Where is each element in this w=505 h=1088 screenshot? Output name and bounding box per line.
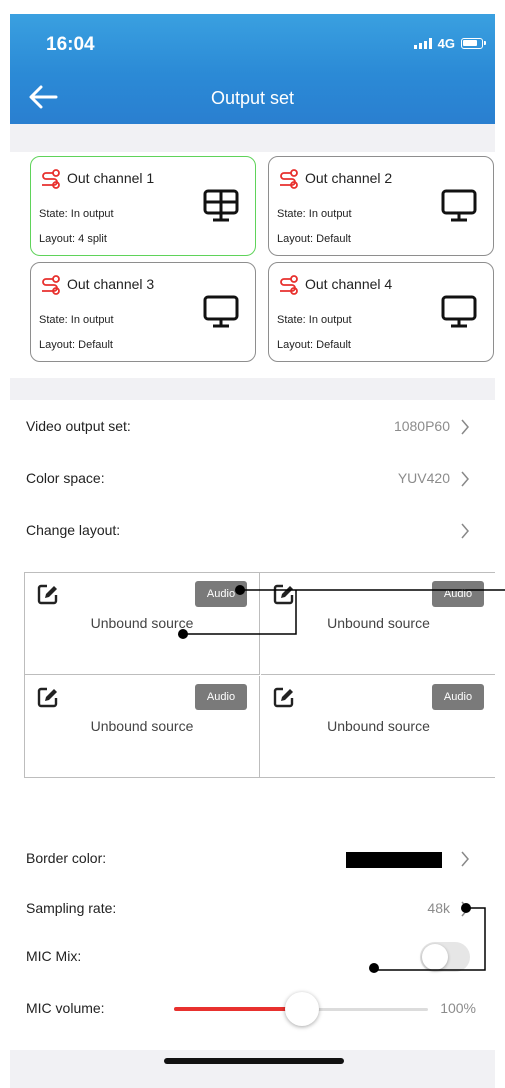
- channel-state: State: In output: [277, 314, 352, 326]
- home-indicator[interactable]: [164, 1058, 344, 1064]
- channel-state: State: In output: [39, 208, 114, 220]
- app-header: 16:04 4G Output set: [10, 14, 495, 124]
- edit-icon[interactable]: [273, 583, 295, 605]
- slider-fill: [174, 1007, 302, 1011]
- channel-route-icon: [42, 275, 60, 295]
- section-divider: [10, 378, 495, 400]
- channel-card-2[interactable]: Out channel 2 State: In output Layout: D…: [268, 156, 494, 256]
- mic-mix-toggle[interactable]: [420, 942, 470, 972]
- video-output-row[interactable]: Video output set: 1080P60: [26, 412, 476, 442]
- channel-layout: Layout: 4 split: [39, 233, 107, 245]
- edit-icon[interactable]: [273, 686, 295, 708]
- mic-volume-label: MIC volume:: [26, 1000, 105, 1016]
- channel-state: State: In output: [277, 208, 352, 220]
- chevron-right-icon: [461, 419, 469, 435]
- border-color-label: Border color:: [26, 850, 107, 866]
- monitor-icon: [203, 295, 239, 328]
- sampling-rate-row[interactable]: Sampling rate: 48k: [26, 894, 476, 924]
- layout-grid: Audio Unbound source Audio Unbound sourc…: [24, 572, 495, 778]
- output-set-screen: 16:04 4G Output set Out channel 1 State:…: [10, 14, 495, 1088]
- channel-layout: Layout: Default: [277, 233, 351, 245]
- source-label: Unbound source: [90, 615, 194, 631]
- audio-button[interactable]: Audio: [195, 581, 247, 607]
- edit-icon[interactable]: [37, 583, 59, 605]
- signal-icon: [413, 38, 432, 49]
- channel-card-4[interactable]: Out channel 4 State: In output Layout: D…: [268, 262, 494, 362]
- status-time: 16:04: [46, 34, 95, 55]
- channel-layout: Layout: Default: [277, 339, 351, 351]
- monitor-icon: [441, 295, 477, 328]
- change-layout-label: Change layout:: [26, 522, 121, 538]
- chevron-right-icon: [461, 523, 469, 539]
- color-space-label: Color space:: [26, 470, 105, 486]
- mic-volume-slider[interactable]: [174, 992, 428, 1026]
- video-output-value: 1080P60: [393, 418, 450, 434]
- channel-card-3[interactable]: Out channel 3 State: In output Layout: D…: [30, 262, 256, 362]
- channel-name: Out channel 2: [305, 170, 393, 186]
- border-color-row[interactable]: Border color:: [26, 844, 476, 874]
- layout-cell-3[interactable]: Audio Unbound source: [25, 676, 260, 778]
- source-label: Unbound source: [327, 615, 430, 631]
- battery-icon: [461, 38, 486, 49]
- audio-button[interactable]: Audio: [432, 684, 484, 710]
- bottom-band: [10, 1050, 495, 1088]
- channel-state: State: In output: [39, 314, 114, 326]
- source-label: Unbound source: [327, 718, 430, 734]
- channel-layout: Layout: Default: [39, 339, 113, 351]
- monitor-icon: [441, 189, 477, 222]
- audio-button[interactable]: Audio: [432, 581, 484, 607]
- network-type: 4G: [437, 36, 455, 51]
- channel-card-1[interactable]: Out channel 1 State: In output Layout: 4…: [30, 156, 256, 256]
- mic-volume-value: 100%: [440, 1000, 476, 1016]
- channel-name: Out channel 3: [67, 276, 155, 292]
- slider-thumb[interactable]: [285, 992, 319, 1026]
- sampling-rate-value: 48k: [427, 900, 450, 916]
- chevron-right-icon: [461, 901, 469, 917]
- channel-name: Out channel 1: [67, 170, 155, 186]
- color-space-row[interactable]: Color space: YUV420: [26, 464, 476, 494]
- mic-volume-row: MIC volume: 100%: [26, 992, 476, 1026]
- chevron-right-icon: [461, 851, 469, 867]
- layout-cell-2[interactable]: Audio Unbound source: [261, 573, 495, 675]
- mic-mix-label: MIC Mix:: [26, 948, 82, 964]
- mic-mix-row: MIC Mix:: [26, 942, 476, 972]
- change-layout-row[interactable]: Change layout:: [26, 516, 476, 546]
- page-title: Output set: [210, 88, 295, 108]
- channel-route-icon: [42, 169, 60, 189]
- channel-route-icon: [280, 275, 298, 295]
- channel-route-icon: [280, 169, 298, 189]
- chevron-right-icon: [461, 471, 469, 487]
- video-output-label: Video output set:: [26, 418, 131, 434]
- layout-cell-1[interactable]: Audio Unbound source: [25, 573, 260, 675]
- channel-cards: Out channel 1 State: In output Layout: 4…: [20, 142, 494, 362]
- channel-name: Out channel 4: [305, 276, 393, 292]
- sampling-rate-label: Sampling rate:: [26, 900, 117, 916]
- grid-monitor-icon: [203, 189, 239, 222]
- layout-cell-4[interactable]: Audio Unbound source: [261, 676, 495, 778]
- toggle-knob: [422, 944, 448, 970]
- edit-icon[interactable]: [37, 686, 59, 708]
- audio-button[interactable]: Audio: [195, 684, 247, 710]
- source-label: Unbound source: [90, 718, 194, 734]
- color-space-value: YUV420: [397, 470, 450, 486]
- border-color-swatch: [346, 852, 442, 868]
- status-indicators: 4G: [413, 36, 486, 51]
